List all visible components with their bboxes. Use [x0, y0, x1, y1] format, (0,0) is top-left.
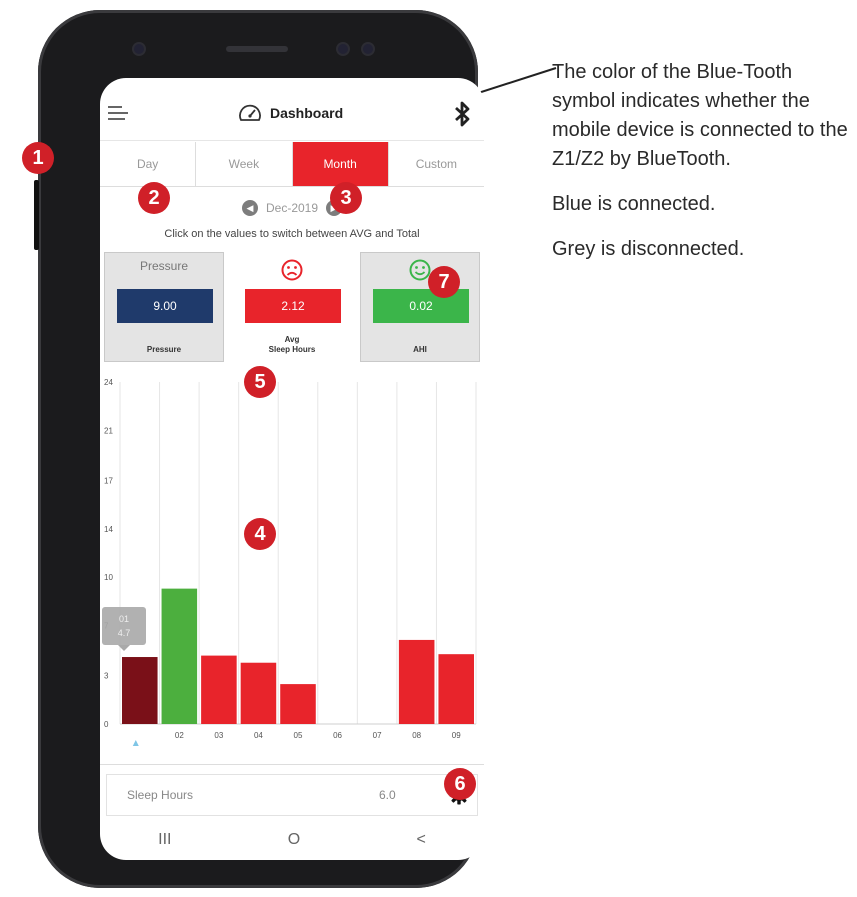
x-tick-label: 03 — [214, 731, 223, 740]
x-tick-label: 07 — [373, 731, 382, 740]
pressure-value[interactable]: 9.00 — [117, 289, 213, 323]
tab-day[interactable]: Day — [100, 142, 197, 186]
x-tick-label: 08 — [412, 731, 421, 740]
callout-2: 2 — [138, 182, 170, 214]
bluetooth-icon[interactable] — [450, 100, 474, 128]
ahi-card[interactable]: 0.02 AHI — [360, 252, 480, 362]
dashboard-gauge-icon — [239, 104, 261, 121]
y-tick-label: 14 — [104, 525, 113, 534]
callout-5: 5 — [244, 366, 276, 398]
y-tick-label: 3 — [104, 672, 109, 681]
pressure-card-title: Pressure — [139, 259, 189, 273]
annotation-paragraph-3: Grey is disconnected. — [552, 238, 745, 260]
period-tabs: Day Week Month Custom — [100, 142, 484, 187]
tooltip-value: 4.7 — [118, 628, 131, 638]
sleep-hours-label: Sleep Hours — [127, 788, 194, 802]
y-tick-label: 0 — [104, 720, 109, 729]
x-tick-label: 05 — [294, 731, 303, 740]
tooltip-label: 01 — [119, 614, 129, 624]
sleep-hours-setting-row[interactable]: Sleep Hours 6.0 — [106, 774, 478, 816]
x-tick-label: 06 — [333, 731, 342, 740]
sleep-hours-card[interactable]: 2.12 Avg Sleep Hours — [232, 252, 352, 362]
ahi-card-label: AHI — [413, 345, 427, 354]
y-tick-label: 10 — [104, 573, 113, 582]
pressure-card[interactable]: Pressure 9.00 Pressure — [104, 252, 224, 362]
callout-1: 1 — [22, 142, 54, 174]
ahi-value[interactable]: 0.02 — [373, 289, 469, 323]
callout-6: 6 — [444, 768, 476, 800]
back-button[interactable]: < — [417, 831, 426, 849]
phone-frame: Dashboard Day Week Month Custom ◀ Dec-20… — [34, 10, 484, 888]
x-tick-label: 09 — [452, 731, 461, 740]
divider — [100, 764, 484, 765]
callout-4: 4 — [244, 518, 276, 550]
current-period: Dec-2019 — [265, 201, 319, 215]
sleep-card-label-line1: Avg — [284, 335, 300, 344]
page-title: Dashboard — [270, 105, 344, 121]
y-tick-label: 21 — [104, 426, 113, 435]
pressure-card-label: Pressure — [146, 345, 182, 354]
x-tick-label: 02 — [175, 731, 184, 740]
speaker-grille — [226, 46, 288, 52]
tooltip-box — [102, 607, 146, 646]
home-button[interactable]: O — [288, 831, 300, 849]
annotation-text: The color of the Blue-Tooth symbol indic… — [552, 58, 852, 280]
chart-bar[interactable] — [240, 662, 277, 724]
sad-face-icon — [281, 259, 303, 281]
chart-bar[interactable] — [122, 657, 158, 724]
sleep-hours-target: 6.0 — [379, 788, 396, 802]
annotation-paragraph-1: The color of the Blue-Tooth symbol indic… — [552, 61, 848, 170]
sleep-hours-bar-chart: 03710141721240203040506070809014.7 — [102, 378, 477, 746]
menu-icon[interactable] — [108, 106, 128, 122]
sleep-card-label-line2: Sleep Hours — [268, 345, 316, 354]
tab-month[interactable]: Month — [292, 142, 389, 186]
x-tick-label: 04 — [254, 731, 263, 740]
callout-3: 3 — [330, 182, 362, 214]
chart-bar[interactable] — [280, 684, 316, 724]
chart-bar[interactable] — [438, 654, 474, 724]
sensor-icon — [338, 44, 348, 54]
android-navigation-bar: III O < — [100, 820, 484, 860]
app-header: Dashboard — [100, 78, 484, 141]
phone-top-bezel — [38, 40, 478, 60]
tab-week[interactable]: Week — [196, 142, 293, 186]
previous-month-button[interactable]: ◀ — [241, 200, 258, 216]
sleep-hours-value[interactable]: 2.12 — [245, 289, 341, 323]
callout-7: 7 — [428, 266, 460, 298]
y-tick-label: 24 — [104, 378, 113, 387]
selected-marker — [132, 740, 139, 746]
tab-custom[interactable]: Custom — [388, 142, 484, 186]
recents-button[interactable]: III — [158, 831, 171, 849]
front-camera-icon — [134, 44, 144, 54]
header-title-group: Dashboard — [238, 102, 343, 124]
y-tick-label: 17 — [104, 476, 113, 485]
sensor-icon — [363, 44, 373, 54]
instruction-text: Click on the values to switch between AV… — [164, 228, 420, 240]
chart-bar[interactable] — [201, 655, 237, 724]
volume-button — [34, 180, 39, 250]
chart-bar[interactable] — [398, 639, 435, 724]
sleep-hours-card-label: Avg Sleep Hours — [233, 335, 351, 355]
chart-bar[interactable] — [161, 588, 198, 724]
annotation-paragraph-2: Blue is connected. — [552, 193, 716, 215]
